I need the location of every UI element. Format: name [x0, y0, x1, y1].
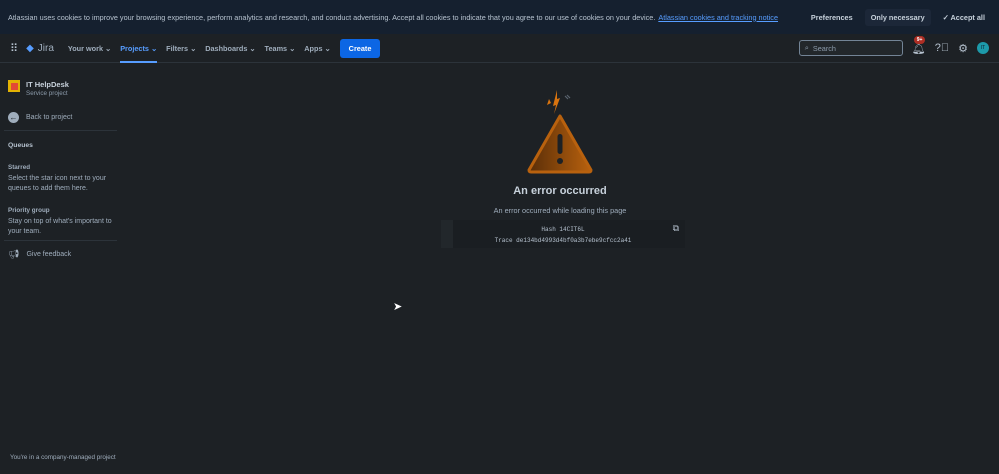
check-icon: ✓ [942, 12, 951, 22]
project-header[interactable]: IT HelpDesk Service project [0, 64, 121, 97]
avatar[interactable]: IT [977, 42, 989, 54]
starred-heading: Starred [8, 164, 31, 171]
footer-text: You're in a company-managed project [10, 454, 116, 461]
search-icon: ⌕ [804, 43, 809, 52]
accept-all-button[interactable]: ✓ Accept all [937, 9, 991, 26]
search-input[interactable]: ⌕ Search [798, 40, 903, 56]
project-icon [8, 80, 20, 92]
search-placeholder: Search [812, 43, 836, 53]
nav-your-work[interactable]: Your work ⌄ [68, 34, 111, 63]
copy-icon[interactable]: ⧉ [673, 224, 679, 234]
preferences-button[interactable]: Preferences [805, 9, 859, 26]
accept-all-label: Accept all [950, 12, 985, 22]
back-to-project-link[interactable]: ← Back to project [0, 111, 121, 123]
top-nav: ⠿ ◆ Jira Your work ⌄ Projects ⌄ Filters ⌄… [0, 34, 999, 63]
warning-illustration-icon [527, 90, 593, 174]
error-title: An error occurred [513, 185, 607, 197]
megaphone-icon: 📢︎ [8, 248, 20, 259]
error-details: Hash 14CIT6L Trace de134bd4993d4bf0a3b7e… [441, 220, 685, 248]
notification-badge: 9+ [913, 35, 926, 44]
error-trace: Trace de134bd4993d4bf0a3b7ebe9cfcc2a41 [494, 237, 632, 244]
nav-apps[interactable]: Apps ⌄ [304, 34, 330, 63]
jira-logo[interactable]: ◆ Jira [26, 43, 54, 54]
nav-filters[interactable]: Filters ⌄ [166, 34, 196, 63]
project-name: IT HelpDesk [26, 80, 69, 89]
give-feedback-link[interactable]: 📢︎ Give feedback [0, 248, 121, 260]
mouse-cursor-icon: ➤ [393, 301, 403, 313]
nav-projects[interactable]: Projects ⌄ [120, 34, 157, 63]
queues-heading: Queues [8, 142, 33, 149]
nav-teams[interactable]: Teams ⌄ [265, 34, 296, 63]
app-switcher-icon[interactable]: ⠿ [10, 42, 18, 55]
notifications-icon[interactable]: 🔔︎ 9+ [912, 35, 926, 55]
back-label: Back to project [26, 113, 73, 121]
starred-text: Select the star icon next to your queues… [8, 175, 107, 192]
main-content: An error occurred An error occurred whil… [121, 64, 999, 474]
cookie-banner: Atlassian uses cookies to improve your b… [0, 0, 999, 34]
jira-icon: ◆ [26, 42, 34, 54]
arrow-left-icon: ← [8, 111, 19, 123]
sidebar: IT HelpDesk Service project ← Back to proj… [0, 64, 121, 474]
create-button[interactable]: Create [339, 38, 381, 58]
priority-heading: Priority group [8, 207, 50, 214]
help-icon[interactable]: ?⃝ [935, 42, 949, 54]
error-subtitle: An error occurred while loading this pag… [493, 206, 627, 215]
feedback-label: Give feedback [26, 250, 72, 258]
priority-text: Stay on top of what's important to your … [8, 218, 112, 235]
cookie-text: Atlassian uses cookies to improve your b… [8, 12, 656, 22]
project-type: Service project [26, 90, 68, 97]
cookie-notice-link[interactable]: Atlassian cookies and tracking notice [658, 13, 778, 22]
gear-icon[interactable]: ⚙ [958, 42, 968, 55]
error-hash: Hash 14CIT6L [541, 226, 585, 233]
jira-label: Jira [37, 42, 54, 54]
nav-dashboards[interactable]: Dashboards ⌄ [205, 34, 255, 63]
only-necessary-button[interactable]: Only necessary [864, 8, 931, 26]
